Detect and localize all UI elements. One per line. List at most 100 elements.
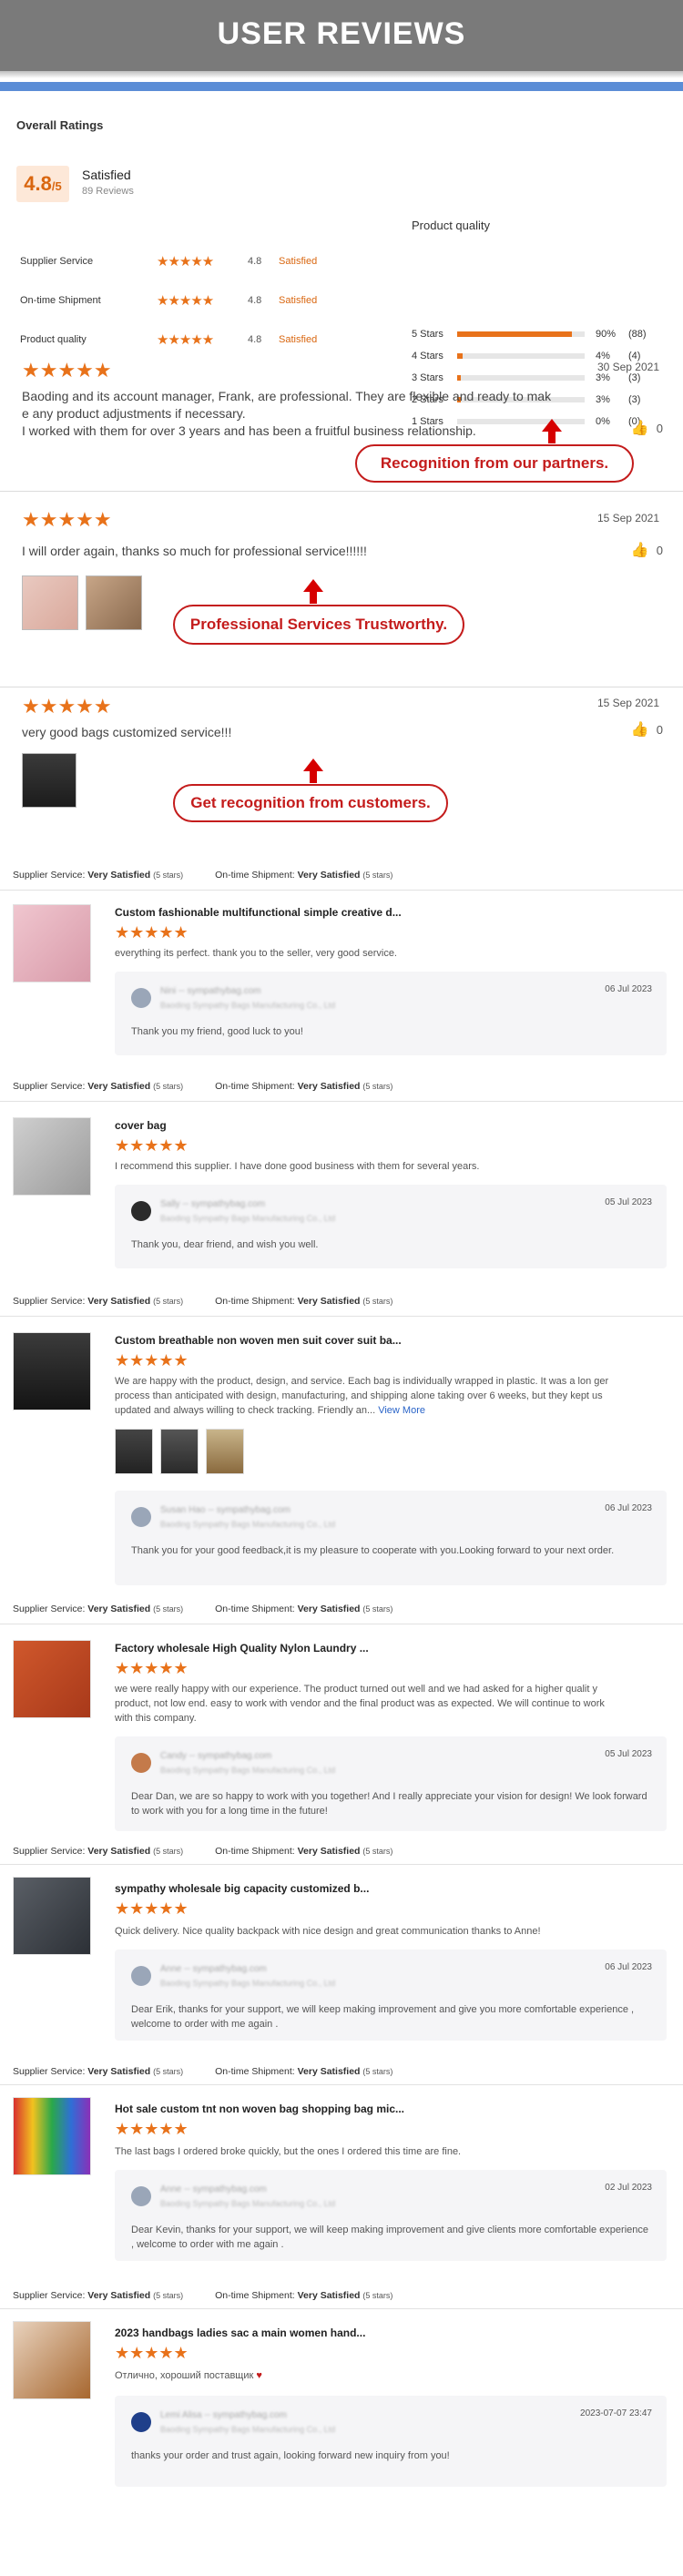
rating-bar-count: (88) bbox=[628, 329, 647, 340]
product-thumbnail[interactable] bbox=[13, 1117, 91, 1196]
product-thumbnail[interactable] bbox=[13, 1640, 91, 1718]
star-icon: ★★★★★ bbox=[22, 359, 112, 382]
avatar bbox=[131, 2186, 151, 2206]
service-summary: Supplier Service: Very Satisfied (5 star… bbox=[13, 1604, 392, 1614]
seller-reply: Susan Hao -- sympathybag.com Baoding Sym… bbox=[115, 1491, 667, 1585]
reply-author: Candy -- sympathybag.com bbox=[160, 1751, 272, 1761]
review-text: Quick delivery. Nice quality backpack wi… bbox=[115, 1926, 541, 1937]
reply-date: 06 Jul 2023 bbox=[605, 984, 652, 994]
product-thumbnail[interactable] bbox=[13, 904, 91, 983]
shipment-stars: (5 stars) bbox=[362, 2291, 393, 2300]
service-summary: Supplier Service: Very Satisfied (5 star… bbox=[13, 1846, 392, 1857]
reply-author: Sally -- sympathybag.com bbox=[160, 1199, 266, 1209]
product-title[interactable]: Factory wholesale High Quality Nylon Lau… bbox=[115, 1642, 369, 1655]
shipment-stars: (5 stars) bbox=[362, 1082, 393, 1091]
review-photo[interactable] bbox=[22, 575, 78, 630]
like-count: 0 bbox=[656, 543, 663, 557]
seller-reply: Sally -- sympathybag.com Baoding Sympath… bbox=[115, 1185, 667, 1268]
review-text: Отлично, хороший поставщик ♥ bbox=[115, 2368, 625, 2383]
rating-bar-fill bbox=[457, 331, 572, 337]
review-photo[interactable] bbox=[86, 575, 142, 630]
reply-text: Thank you, dear friend, and wish you wel… bbox=[131, 1239, 319, 1250]
supplier-service-label: Supplier Service: bbox=[13, 1604, 86, 1614]
product-title[interactable]: Hot sale custom tnt non woven bag shoppi… bbox=[115, 2103, 404, 2115]
review-text-line: Baoding and its account manager, Frank, … bbox=[22, 389, 552, 403]
shipment-stars: (5 stars) bbox=[362, 2067, 393, 2076]
like-button[interactable]: 👍 0 bbox=[631, 419, 663, 437]
review-photo[interactable] bbox=[160, 1429, 199, 1474]
review-photo[interactable] bbox=[22, 753, 76, 808]
category-row-supplier-service: Supplier Service ★★★★★ 4.8 Satisfied bbox=[20, 248, 357, 275]
overall-satisfaction: Satisfied bbox=[82, 168, 131, 182]
overall-score-badge: 4.8/5 bbox=[16, 166, 69, 202]
supplier-service-label: Supplier Service: bbox=[13, 1296, 86, 1307]
heart-icon: ♥ bbox=[256, 2370, 262, 2381]
product-quality-title: Product quality bbox=[412, 219, 490, 232]
review-card: ★★★★★ 30 Sep 2021 Baoding and its accoun… bbox=[0, 355, 683, 492]
product-thumbnail[interactable] bbox=[13, 2097, 91, 2175]
review-text: everything its perfect. thank you to the… bbox=[115, 948, 397, 959]
reply-date: 02 Jul 2023 bbox=[605, 2183, 652, 2193]
reply-date: 05 Jul 2023 bbox=[605, 1197, 652, 1207]
service-summary: Supplier Service: Very Satisfied (5 star… bbox=[13, 870, 392, 881]
star-icon: ★★★★★ bbox=[22, 508, 112, 531]
product-title[interactable]: Custom breathable non woven men suit cov… bbox=[115, 1334, 402, 1347]
avatar bbox=[131, 1507, 151, 1527]
category-word: Satisfied bbox=[279, 295, 318, 306]
product-title[interactable]: Custom fashionable multifunctional simpl… bbox=[115, 906, 402, 919]
seller-reply: Anne -- sympathybag.com Baoding Sympathy… bbox=[115, 1950, 667, 2041]
review-text-body: Отлично, хороший поставщик bbox=[115, 2370, 254, 2381]
product-title[interactable]: 2023 handbags ladies sac a main women ha… bbox=[115, 2327, 365, 2339]
seller-reply: Candy -- sympathybag.com Baoding Sympath… bbox=[115, 1736, 667, 1831]
like-button[interactable]: 👍 0 bbox=[631, 541, 663, 559]
category-word: Satisfied bbox=[279, 334, 318, 345]
shipment-label: On-time Shipment: bbox=[215, 1604, 295, 1614]
view-more-link[interactable]: View More bbox=[378, 1405, 425, 1416]
star-icon: ★★★★★ bbox=[22, 695, 112, 718]
product-title[interactable]: cover bag bbox=[115, 1119, 167, 1132]
review-stars: ★★★★★ bbox=[115, 2121, 189, 2137]
blue-stripe bbox=[0, 82, 683, 91]
like-button[interactable]: 👍 0 bbox=[631, 720, 663, 738]
avatar bbox=[131, 2412, 151, 2432]
divider bbox=[0, 890, 683, 891]
service-summary: Supplier Service: Very Satisfied (5 star… bbox=[13, 2066, 392, 2077]
reply-text: Thank you for your good feedback,it is m… bbox=[131, 1545, 615, 1556]
overall-ratings-panel: Overall Ratings 4.8/5 Satisfied 89 Revie… bbox=[0, 91, 683, 427]
reply-author: Susan Hao -- sympathybag.com bbox=[160, 1505, 291, 1515]
review-stars: ★★★★★ bbox=[115, 1137, 189, 1154]
product-title[interactable]: sympathy wholesale big capacity customiz… bbox=[115, 1882, 369, 1895]
supplier-service-value: Very Satisfied bbox=[87, 2066, 151, 2077]
product-thumbnail[interactable] bbox=[13, 1877, 91, 1955]
shipment-stars: (5 stars) bbox=[362, 871, 393, 880]
reply-author: Anne -- sympathybag.com bbox=[160, 1964, 267, 1974]
star-icon: ★★★★★ bbox=[157, 253, 214, 270]
service-summary: Supplier Service: Very Satisfied (5 star… bbox=[13, 1296, 392, 1307]
star-icon: ★★★★★ bbox=[115, 1659, 189, 1677]
shipment-stars: (5 stars) bbox=[362, 1297, 393, 1306]
shipment-value: Very Satisfied bbox=[297, 1296, 361, 1307]
reply-company: Baoding Sympathy Bags Manufacturing Co.,… bbox=[160, 1001, 336, 1010]
review-stars: ★★★★★ bbox=[115, 2345, 189, 2361]
reply-text: Thank you my friend, good luck to you! bbox=[131, 1026, 303, 1037]
review-photo[interactable] bbox=[206, 1429, 244, 1474]
category-row-on-time-shipment: On-time Shipment ★★★★★ 4.8 Satisfied bbox=[20, 287, 357, 314]
star-icon: ★★★★★ bbox=[115, 1899, 189, 1918]
review-photo[interactable] bbox=[115, 1429, 153, 1474]
review-text: We are happy with the product, design, a… bbox=[115, 1374, 625, 1418]
category-stars: ★★★★★ bbox=[157, 333, 248, 347]
supplier-service-stars: (5 stars) bbox=[153, 2291, 184, 2300]
review-text: The last bags I ordered broke quickly, b… bbox=[115, 2146, 462, 2157]
service-summary: Supplier Service: Very Satisfied (5 star… bbox=[13, 1081, 392, 1092]
category-name: On-time Shipment bbox=[20, 295, 101, 306]
seller-reply: Anne -- sympathybag.com Baoding Sympathy… bbox=[115, 2170, 667, 2261]
product-thumbnail[interactable] bbox=[13, 1332, 91, 1410]
category-stars: ★★★★★ bbox=[157, 294, 248, 308]
rating-bar-label: 5 Stars bbox=[412, 329, 443, 340]
shipment-label: On-time Shipment: bbox=[215, 2290, 295, 2301]
review-card: ★★★★★ 15 Sep 2021 very good bags customi… bbox=[0, 687, 683, 870]
reply-company: Baoding Sympathy Bags Manufacturing Co.,… bbox=[160, 1766, 336, 1775]
trust-callout: Professional Services Trustworthy. bbox=[173, 605, 464, 645]
supplier-service-value: Very Satisfied bbox=[87, 1081, 151, 1092]
product-thumbnail[interactable] bbox=[13, 2321, 91, 2399]
